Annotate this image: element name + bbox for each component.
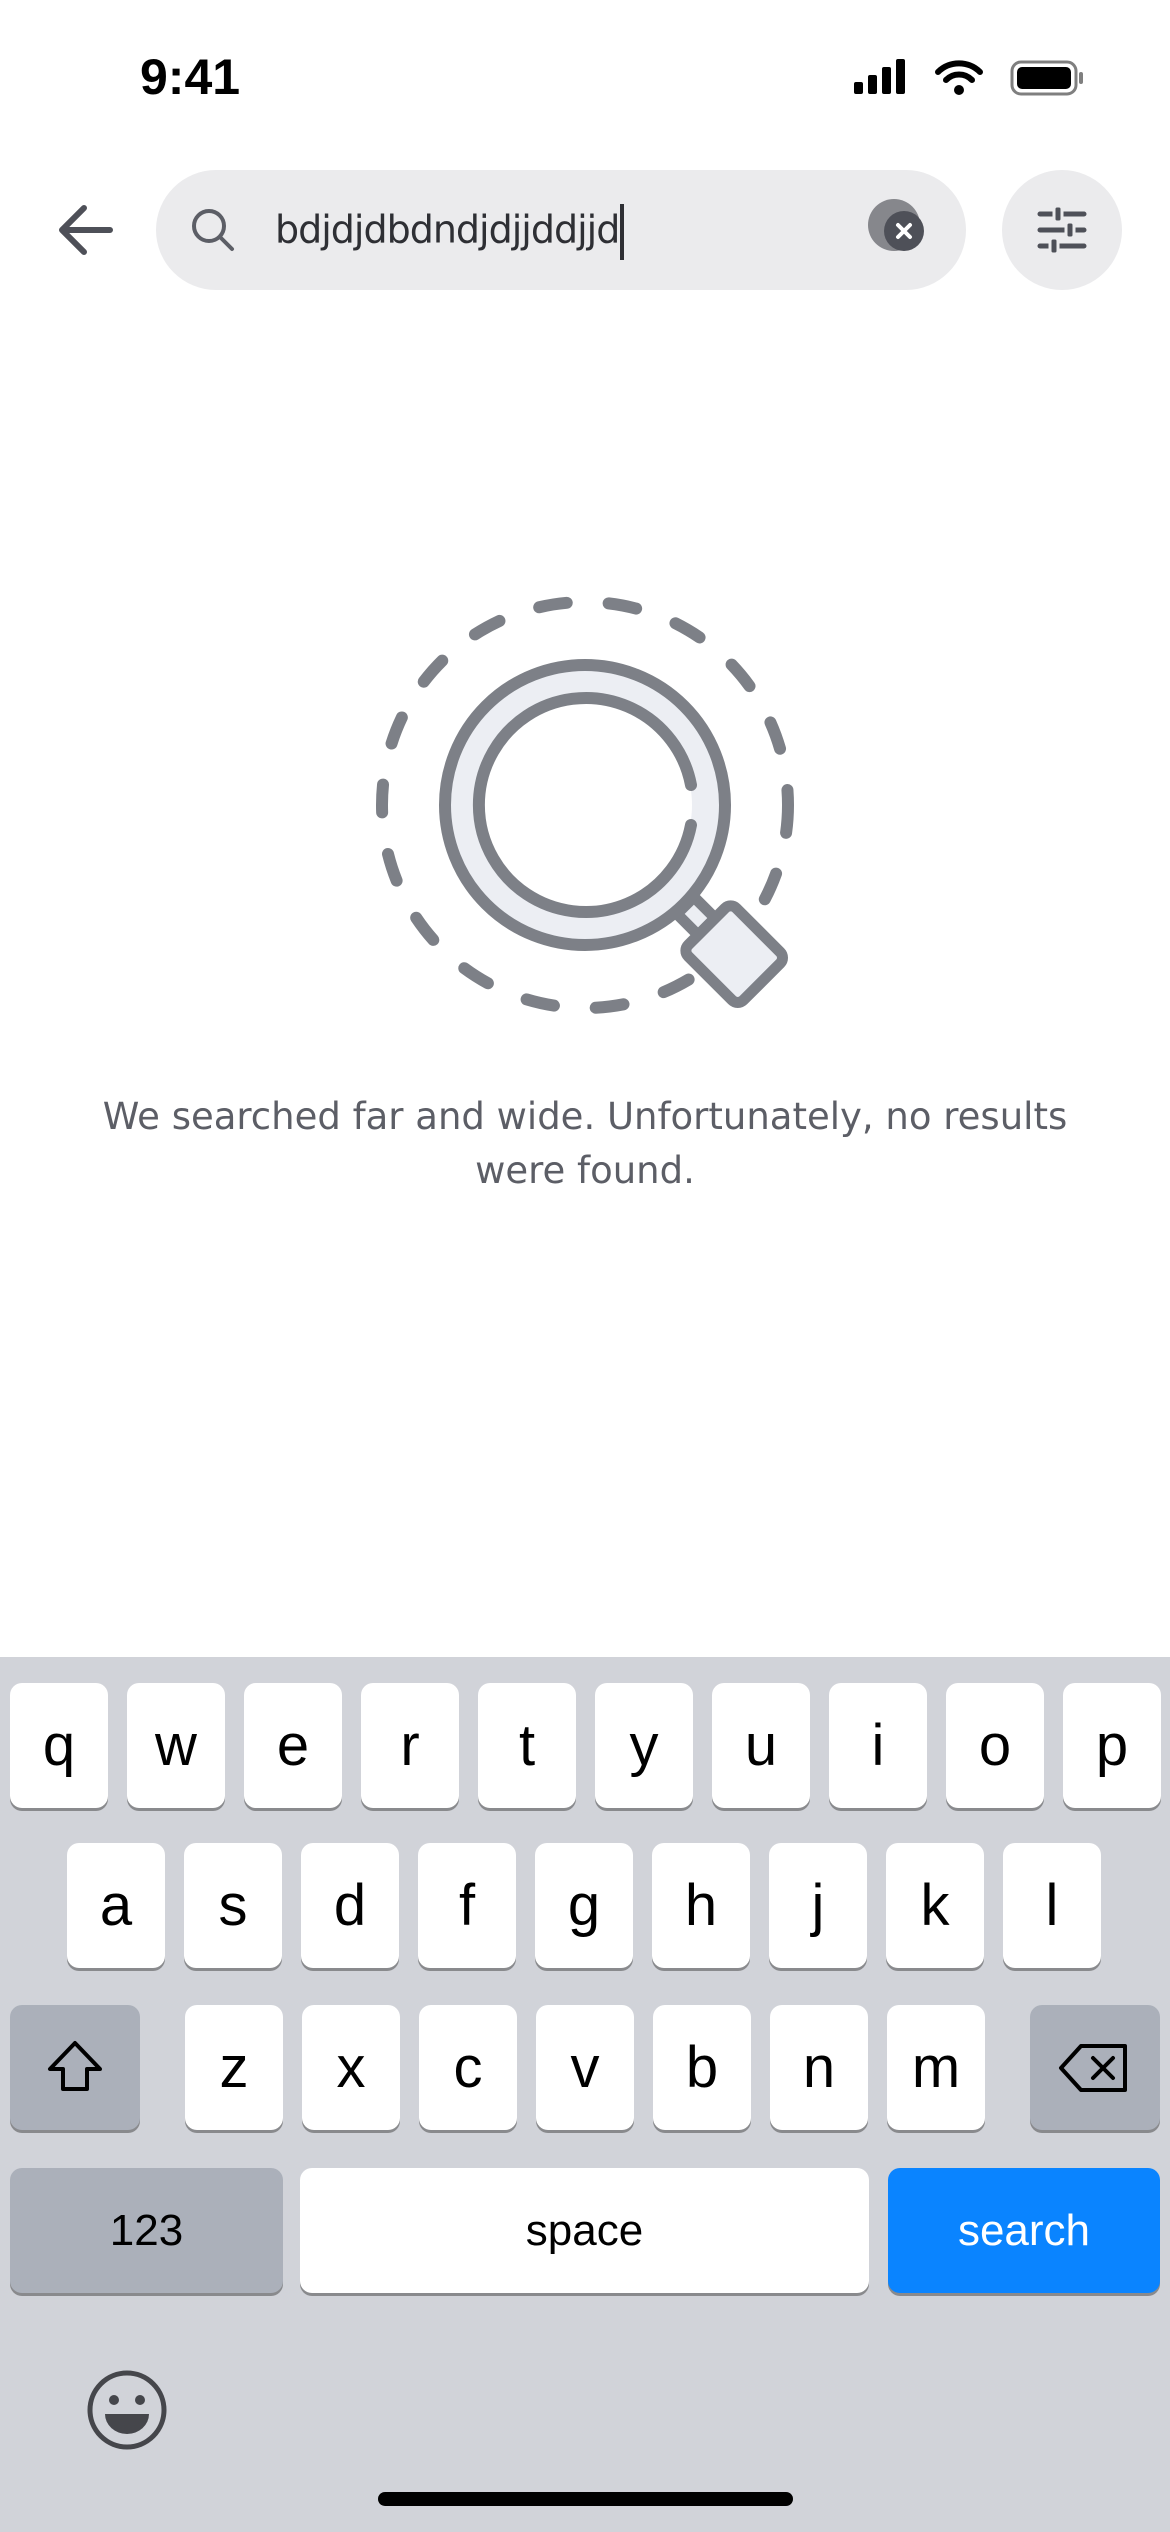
home-indicator (378, 2492, 793, 2506)
shift-key[interactable] (10, 2005, 140, 2130)
emoji-icon[interactable] (85, 2368, 169, 2452)
status-icons (854, 59, 1083, 96)
signal-icon (854, 59, 905, 94)
key-s[interactable]: s (184, 1843, 282, 1968)
key-w[interactable]: w (127, 1683, 225, 1808)
key-e[interactable]: e (244, 1683, 342, 1808)
shift-icon (48, 2040, 102, 2091)
search-input[interactable]: bdjdjdbdndjdjjddjjd (275, 204, 625, 260)
key-y[interactable]: y (595, 1683, 693, 1808)
key-z[interactable]: z (185, 2005, 283, 2130)
key-p[interactable]: p (1063, 1683, 1161, 1808)
key-h[interactable]: h (652, 1843, 750, 1968)
battery-icon (1010, 60, 1083, 96)
key-i[interactable]: i (829, 1683, 927, 1808)
delete-key[interactable] (1030, 2005, 1160, 2130)
key-u[interactable]: u (712, 1683, 810, 1808)
no-results-magnifier-illustration (376, 596, 794, 1014)
backspace-icon (1059, 2043, 1127, 2092)
key-v[interactable]: v (536, 2005, 634, 2130)
key-f[interactable]: f (418, 1843, 516, 1968)
back-arrow-icon[interactable] (52, 195, 122, 265)
status-time: 9:41 (140, 49, 241, 105)
key-b[interactable]: b (653, 2005, 751, 2130)
key-l[interactable]: l (1003, 1843, 1101, 1968)
empty-state-message: We searched far and wide. Unfortunately,… (102, 1095, 1068, 1192)
key-c[interactable]: c (419, 2005, 517, 2130)
search-key[interactable]: search (888, 2168, 1160, 2293)
key-d[interactable]: d (301, 1843, 399, 1968)
key-n[interactable]: n (770, 2005, 868, 2130)
numbers-key[interactable]: 123 (10, 2168, 283, 2293)
key-t[interactable]: t (478, 1683, 576, 1808)
key-j[interactable]: j (769, 1843, 867, 1968)
key-x[interactable]: x (302, 2005, 400, 2130)
wifi-icon (935, 60, 983, 83)
text-caret (620, 204, 625, 260)
key-k[interactable]: k (886, 1843, 984, 1968)
filter-button[interactable] (1002, 170, 1122, 290)
key-g[interactable]: g (535, 1843, 633, 1968)
sliders-icon (1037, 204, 1087, 256)
search-query-text: bdjdjdbdndjdjjddjjd (275, 207, 620, 252)
key-a[interactable]: a (67, 1843, 165, 1968)
clear-search-icon[interactable] (866, 197, 928, 259)
key-r[interactable]: r (361, 1683, 459, 1808)
search-icon (192, 209, 234, 251)
key-q[interactable]: q (10, 1683, 108, 1808)
key-m[interactable]: m (887, 2005, 985, 2130)
key-o[interactable]: o (946, 1683, 1044, 1808)
space-key[interactable]: space (300, 2168, 869, 2293)
